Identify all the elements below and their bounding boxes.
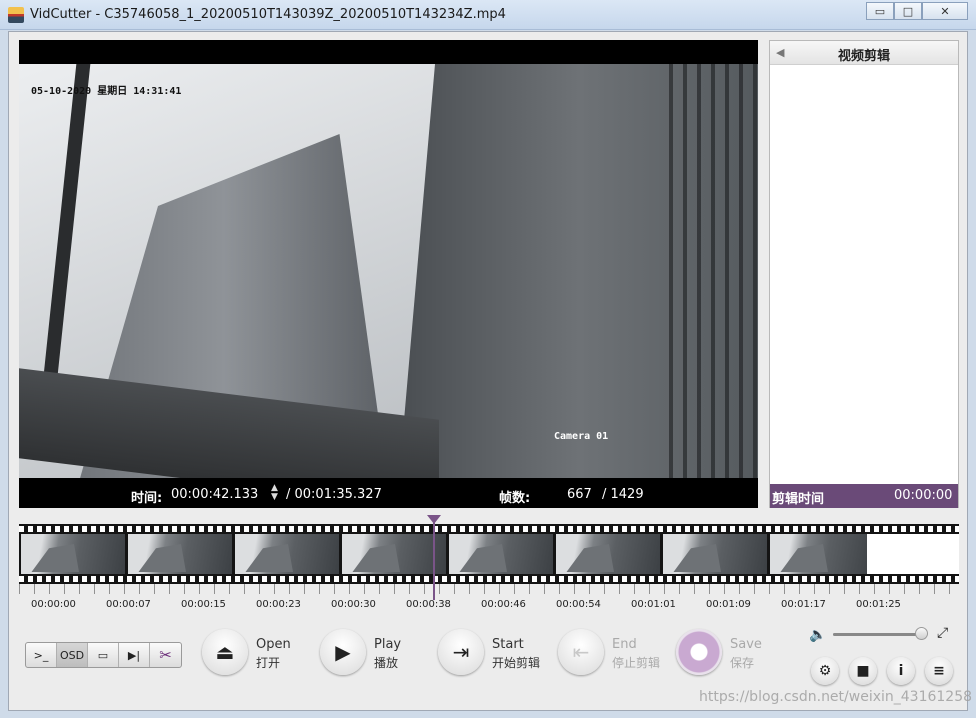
play-icon[interactable]: ▶: [320, 629, 366, 675]
volume-fill: [833, 633, 919, 636]
save-label: Save: [730, 637, 762, 652]
timeline-slider[interactable]: [19, 524, 959, 584]
next-frame-icon[interactable]: ▶|: [119, 643, 150, 667]
filmstrip-sprockets-bottom: [19, 576, 959, 582]
tick-label: 00:00:15: [181, 599, 226, 610]
camera-icon[interactable]: ■: [849, 657, 877, 685]
collapse-panel-icon[interactable]: ◀: [776, 46, 784, 59]
filmstrip-thumbnail: [21, 534, 125, 574]
end-clip-control[interactable]: ⇤ End 停止剪辑: [558, 629, 668, 681]
maximize-button[interactable]: □: [894, 2, 922, 20]
volume-icon[interactable]: 🔈: [809, 627, 826, 643]
close-button[interactable]: ✕: [922, 2, 968, 20]
tick-label: 00:01:17: [781, 599, 826, 610]
save-control[interactable]: Save 保存: [676, 629, 766, 681]
minimize-button[interactable]: ▭: [866, 2, 894, 20]
end-clip-icon[interactable]: ⇤: [558, 629, 604, 675]
eject-icon[interactable]: ⏏: [202, 629, 248, 675]
open-label-cn: 打开: [256, 656, 281, 670]
tick-marks: [19, 584, 959, 594]
window-title: VidCutter - C35746058_1_20200510T143039Z…: [30, 7, 506, 22]
filmstrip-thumbnail: [128, 534, 232, 574]
start-label-cn: 开始剪辑: [492, 656, 541, 670]
end-label: End: [612, 637, 637, 652]
tick-label: 00:00:07: [106, 599, 151, 610]
time-spinner[interactable]: ▲ ▼: [271, 484, 278, 502]
title-bar: VidCutter - C35746058_1_20200510T143039Z…: [0, 0, 976, 30]
clip-time-value: 00:00:00: [894, 488, 953, 503]
watermark: https://blog.csdn.net/weixin_43161258: [699, 689, 973, 705]
tick-label: 00:01:09: [706, 599, 751, 610]
osd-toggle[interactable]: OSD: [57, 643, 88, 667]
osd-camera-label: Camera 01: [554, 431, 609, 442]
filmstrip-thumbnail: [235, 534, 339, 574]
filmstrip-thumbnail: [449, 534, 553, 574]
play-label: Play: [374, 637, 402, 652]
clip-panel-footer: 剪辑时间 00:00:00: [770, 484, 958, 508]
tick-label: 00:01:01: [631, 599, 676, 610]
filmstrip-thumbnail: [342, 534, 446, 574]
video-railing: [669, 64, 758, 478]
cut-icon[interactable]: ✂: [150, 643, 181, 667]
video-info-bar: 时间: 00:00:42.133 ▲ ▼ / 00:01:35.327 帧数: …: [19, 480, 758, 508]
window-controls: ▭ □ ✕: [866, 2, 968, 20]
fullscreen-icon[interactable]: ⤢: [937, 625, 948, 641]
play-control[interactable]: ▶ Play 播放: [320, 629, 420, 681]
current-frame: 667: [567, 487, 592, 502]
clip-panel-header: 视频剪辑 ◀: [770, 41, 958, 65]
current-time: 00:00:42.133: [171, 487, 259, 502]
main-window: 05-10-2020 星期日 14:31:41 Camera 01 时间: 00…: [8, 31, 972, 711]
timeline-ticks: 00:00:00 00:00:07 00:00:15 00:00:23 00:00:30…: [19, 584, 959, 614]
tick-label: 00:00:00: [31, 599, 76, 610]
video-player[interactable]: 05-10-2020 星期日 14:31:41 Camera 01 时间: 00…: [19, 40, 758, 508]
tick-label: 00:00:46: [481, 599, 526, 610]
tick-label: 00:00:23: [256, 599, 301, 610]
start-label: Start: [492, 637, 524, 652]
toolbar-toggle-group: >_ OSD ▭ ▶| ✂: [25, 642, 182, 668]
app-icon: [8, 7, 24, 23]
end-label-cn: 停止剪辑: [612, 656, 661, 670]
osd-timestamp: 05-10-2020 星期日 14:31:41: [31, 86, 182, 97]
menu-icon[interactable]: ≡: [925, 657, 953, 685]
frames-label: 帧数:: [499, 491, 531, 506]
playhead-handle[interactable]: [427, 515, 441, 524]
settings-icon[interactable]: ⚙: [811, 657, 839, 685]
clip-panel-title: 视频剪辑: [837, 49, 890, 64]
clip-time-label: 剪辑时间: [772, 492, 825, 507]
filmstrip[interactable]: [19, 524, 959, 584]
tick-label: 00:00:54: [556, 599, 601, 610]
tick-label: 00:00:30: [331, 599, 376, 610]
filmstrip-sprockets-top: [19, 526, 959, 532]
save-icon[interactable]: [676, 629, 722, 675]
screenshot-icon[interactable]: ▭: [88, 643, 119, 667]
filmstrip-thumbnail: [663, 534, 767, 574]
time-label: 时间:: [131, 491, 163, 506]
start-clip-control[interactable]: ⇥ Start 开始剪辑: [438, 629, 548, 681]
tick-label: 00:00:38: [406, 599, 451, 610]
filmstrip-empty: [867, 534, 959, 574]
filmstrip-thumbnail: [556, 534, 660, 574]
save-label-cn: 保存: [730, 656, 755, 670]
volume-handle[interactable]: [915, 627, 928, 640]
start-clip-icon[interactable]: ⇥: [438, 629, 484, 675]
open-control[interactable]: ⏏ Open 打开: [202, 629, 302, 681]
volume-slider[interactable]: [833, 633, 923, 636]
clip-list-panel: 视频剪辑 ◀ 剪辑时间 00:00:00: [769, 40, 959, 508]
tick-label: 00:01:25: [856, 599, 901, 610]
filmstrip-thumbnail: [770, 534, 874, 574]
video-frame[interactable]: 05-10-2020 星期日 14:31:41 Camera 01: [19, 64, 758, 478]
filmstrip-thumbnails: [21, 534, 874, 574]
total-frames: / 1429: [602, 487, 644, 502]
play-label-cn: 播放: [374, 656, 399, 670]
open-label: Open: [256, 637, 291, 652]
info-icon[interactable]: i: [887, 657, 915, 685]
spin-down-icon[interactable]: ▼: [271, 493, 278, 502]
duration: / 00:01:35.327: [286, 487, 382, 502]
console-button[interactable]: >_: [26, 643, 57, 667]
